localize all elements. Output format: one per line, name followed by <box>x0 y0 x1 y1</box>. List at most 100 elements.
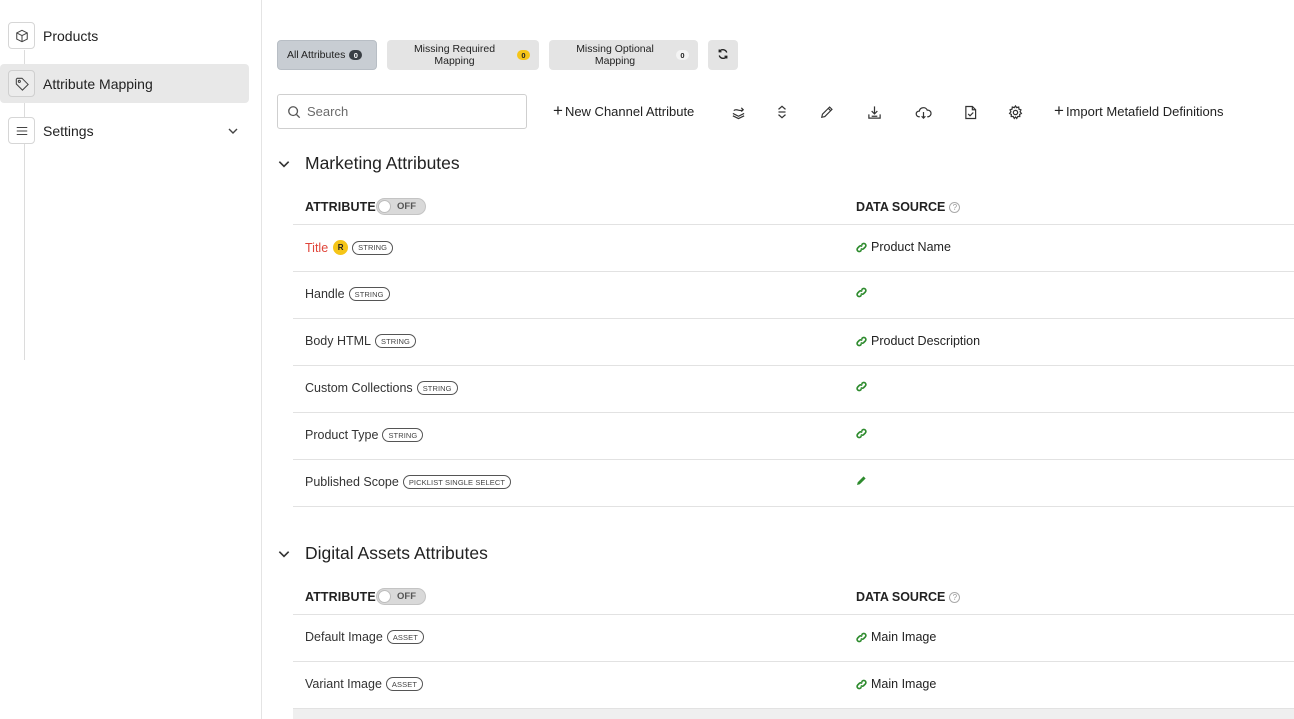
column-header-label: DATA SOURCE <box>856 590 946 604</box>
section-title: Digital Assets Attributes <box>305 543 488 563</box>
attribute-name[interactable]: Published Scope <box>305 475 399 489</box>
attribute-cell: Product Type STRING <box>305 428 424 442</box>
toggle-label: OFF <box>397 201 416 212</box>
required-only-toggle[interactable]: OFF <box>376 588 426 605</box>
attribute-name[interactable]: Default Image <box>305 630 383 644</box>
link-icon[interactable] <box>856 632 869 643</box>
attribute-cell: Custom Collections STRING <box>305 381 458 395</box>
attribute-cell: Variant Image ASSET <box>305 677 423 691</box>
type-badge: STRING <box>352 240 394 255</box>
link-icon[interactable] <box>856 679 869 690</box>
layers-icon[interactable] <box>725 99 751 125</box>
sidebar-item-products[interactable]: Products <box>0 16 249 55</box>
table-row[interactable]: Default Image ASSET Main Image <box>293 615 1294 662</box>
data-source-cell[interactable] <box>856 287 871 298</box>
data-source-cell[interactable]: Main Image <box>856 677 936 691</box>
sidebar-item-attribute-mapping[interactable]: Attribute Mapping <box>0 64 249 103</box>
search-input[interactable] <box>307 104 517 119</box>
type-badge: ASSET <box>385 677 423 691</box>
chevron-down-icon[interactable] <box>277 547 299 561</box>
table-row[interactable]: Published Scope PICKLIST SINGLE SELECT <box>293 460 1294 507</box>
filter-all-attributes[interactable]: All Attributes 0 <box>277 40 377 70</box>
chevron-down-icon[interactable] <box>227 124 239 142</box>
data-source-cell[interactable] <box>856 428 871 439</box>
file-check-icon[interactable] <box>957 99 983 125</box>
type-badge: STRING <box>416 381 458 395</box>
download-icon[interactable] <box>861 99 887 125</box>
attribute-cell: Published Scope PICKLIST SINGLE SELECT <box>305 475 512 489</box>
section-header-digital-assets[interactable]: Digital Assets Attributes <box>277 543 488 564</box>
attribute-name[interactable]: Variant Image <box>305 677 382 691</box>
filter-label: Missing Required Mapping <box>413 43 496 67</box>
data-source-cell[interactable]: Main Image <box>856 630 936 644</box>
attribute-cell: Title R STRING <box>305 240 394 255</box>
tag-icon <box>8 70 35 97</box>
sidebar-item-settings[interactable]: Settings <box>0 111 249 150</box>
expand-collapse-icon[interactable] <box>769 99 795 125</box>
toolbar: + New Channel Attribute <box>277 94 1294 129</box>
digital-assets-attributes-table: ATTRIBUTE OFF DATA SOURCE ? Default Imag… <box>293 581 1294 709</box>
gear-icon[interactable] <box>1002 99 1028 125</box>
plus-icon: + <box>1054 100 1064 120</box>
link-icon[interactable] <box>856 287 869 298</box>
count-badge: 0 <box>517 50 530 60</box>
data-source-value: Product Description <box>871 334 981 348</box>
data-source-cell[interactable] <box>856 381 871 392</box>
pencil-icon[interactable] <box>814 99 840 125</box>
section-header-marketing[interactable]: Marketing Attributes <box>277 153 460 174</box>
table-row[interactable]: Custom Collections STRING <box>293 366 1294 413</box>
import-metafield-definitions-button[interactable]: + Import Metafield Definitions <box>1054 94 1223 129</box>
refresh-button[interactable] <box>708 40 738 70</box>
required-only-toggle[interactable]: OFF <box>376 198 426 215</box>
table-row[interactable]: Product Type STRING <box>293 413 1294 460</box>
table-row[interactable]: Handle STRING <box>293 272 1294 319</box>
attribute-name[interactable]: Handle <box>305 287 345 301</box>
table-row[interactable]: Variant Image ASSET Main Image <box>293 662 1294 709</box>
column-header-label: DATA SOURCE <box>856 200 946 214</box>
help-icon[interactable]: ? <box>949 201 961 213</box>
data-source-cell[interactable]: Product Name <box>856 240 951 254</box>
column-header-data-source: DATA SOURCE ? <box>856 590 961 604</box>
column-header-data-source: DATA SOURCE ? <box>856 200 961 214</box>
chevron-down-icon[interactable] <box>277 157 299 171</box>
toggle-label: OFF <box>397 591 416 602</box>
link-icon[interactable] <box>856 381 869 392</box>
column-header-attribute: ATTRIBUTE <box>305 590 376 604</box>
cloud-download-icon[interactable] <box>910 99 936 125</box>
sidebar-item-label: Attribute Mapping <box>43 75 153 92</box>
search-icon <box>287 105 301 124</box>
attribute-name[interactable]: Body HTML <box>305 334 371 348</box>
filter-bar: All Attributes 0 Missing Required Mappin… <box>277 40 738 70</box>
marketing-attributes-table: ATTRIBUTE OFF DATA SOURCE ? Title R STRI… <box>293 191 1294 507</box>
count-badge: 0 <box>676 50 689 60</box>
data-source-value: Main Image <box>871 630 937 644</box>
data-source-cell[interactable]: Product Description <box>856 334 980 348</box>
link-icon[interactable] <box>856 242 869 253</box>
required-badge: R <box>333 240 349 255</box>
type-badge: STRING <box>348 287 390 301</box>
type-badge: ASSET <box>386 630 424 644</box>
main-content: All Attributes 0 Missing Required Mappin… <box>262 0 1294 719</box>
new-channel-attribute-button[interactable]: + New Channel Attribute <box>553 94 694 129</box>
filter-label: Missing Optional Mapping <box>576 43 654 67</box>
link-icon[interactable] <box>856 428 869 439</box>
attribute-name[interactable]: Title <box>305 241 328 255</box>
plus-icon: + <box>553 100 563 120</box>
help-icon[interactable]: ? <box>949 591 961 603</box>
cube-icon <box>8 22 35 49</box>
table-footer-bar <box>293 709 1294 719</box>
list-icon <box>8 117 35 144</box>
filter-missing-optional[interactable]: Missing Optional Mapping 0 <box>549 40 698 70</box>
filter-missing-required[interactable]: Missing Required Mapping 0 <box>387 40 539 70</box>
link-icon[interactable] <box>856 336 869 347</box>
table-header: ATTRIBUTE OFF DATA SOURCE ? <box>293 191 1294 225</box>
attribute-name[interactable]: Custom Collections <box>305 381 413 395</box>
table-row[interactable]: Body HTML STRING Product Description <box>293 319 1294 366</box>
pencil-icon[interactable] <box>856 475 869 486</box>
table-header: ATTRIBUTE OFF DATA SOURCE ? <box>293 581 1294 615</box>
column-header-attribute: ATTRIBUTE <box>305 200 376 214</box>
data-source-value: Product Name <box>871 240 951 254</box>
attribute-name[interactable]: Product Type <box>305 428 378 442</box>
data-source-cell[interactable] <box>856 475 871 486</box>
table-row[interactable]: Title R STRING Product Name <box>293 225 1294 272</box>
